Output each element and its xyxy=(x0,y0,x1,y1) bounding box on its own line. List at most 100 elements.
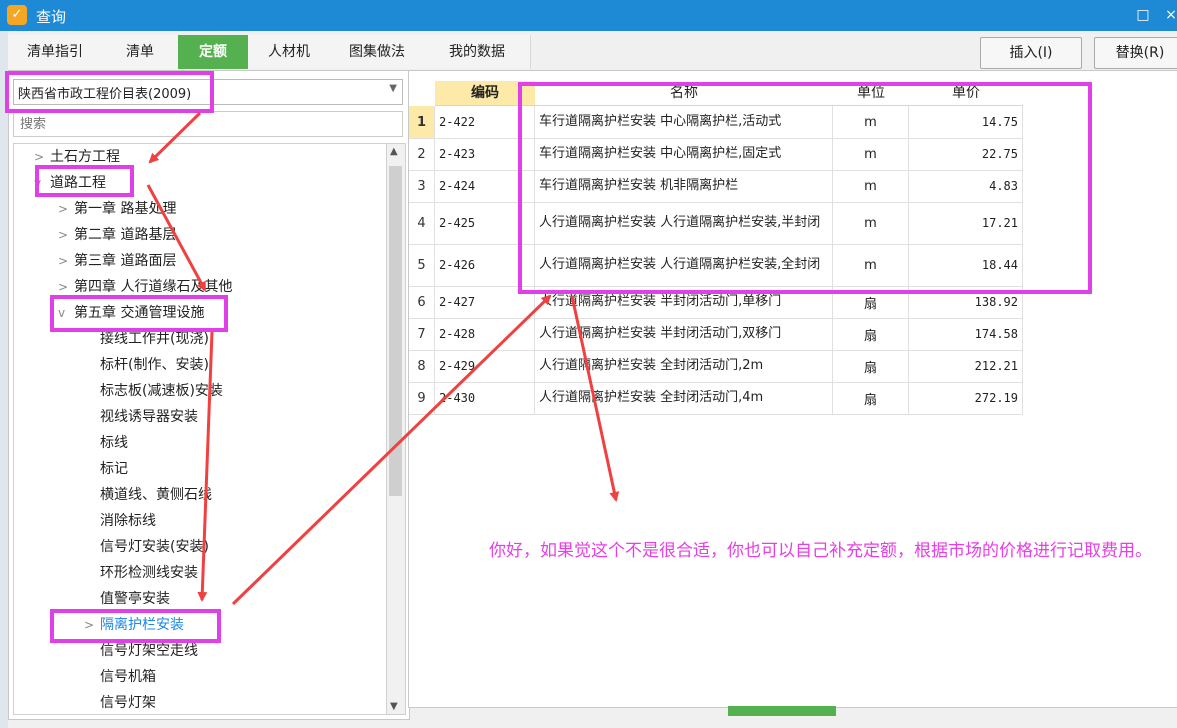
table-row[interactable]: 4 2-425 人行道隔离护栏安装 人行道隔离护栏安装,半封闭 m 17.21 xyxy=(409,202,1023,245)
quota-table: 编码 名称 单位 单价 1 2-422 车行道隔离护栏安装 中心隔离护栏,活动式 m 1… xyxy=(408,70,1177,708)
tree-node[interactable]: 标线 xyxy=(84,430,128,456)
window-title: 查询 xyxy=(36,8,67,26)
chevron-right-icon[interactable]: > xyxy=(58,248,74,274)
chevron-down-icon[interactable]: v xyxy=(58,300,74,326)
tree-node-label: 标线 xyxy=(100,435,128,451)
tree-node-label: 信号灯架 xyxy=(100,695,156,711)
tree-node[interactable]: 环形检测线安装 xyxy=(84,560,198,586)
chevron-down-icon[interactable]: v xyxy=(34,170,50,196)
tree-node[interactable]: > 第三章 道路面层 xyxy=(58,248,176,274)
replace-button[interactable]: 替换(R) xyxy=(1094,37,1177,69)
table-row[interactable]: 1 2-422 车行道隔离护栏安装 中心隔离护栏,活动式 m 14.75 xyxy=(409,106,1023,139)
tree-node[interactable]: 视线诱导器安装 xyxy=(84,404,198,430)
code-cell: 2-422 xyxy=(435,106,535,138)
name-cell: 车行道隔离护栏安装 机非隔离护栏 xyxy=(535,170,833,202)
row-number: 9 xyxy=(409,382,435,414)
tree-node[interactable]: 值警亭安装 xyxy=(84,586,170,612)
panel-expand-handle[interactable] xyxy=(728,706,836,716)
category-tree[interactable]: > 土石方工程 v 道路工程 > 第一章 路基处理 > 第二章 道路基层 > 第三章 道路面层 > 第… xyxy=(13,143,387,715)
chevron-right-icon[interactable]: > xyxy=(84,612,100,638)
column-header-code[interactable]: 编码 xyxy=(435,81,535,106)
tree-node[interactable]: 标杆(制作、安装) xyxy=(84,352,209,378)
chevron-right-icon[interactable]: > xyxy=(58,274,74,300)
tree-node[interactable]: > 第一章 路基处理 xyxy=(58,196,176,222)
tree-node-label: 土石方工程 xyxy=(50,149,120,165)
table-row[interactable]: 9 2-430 人行道隔离护栏安装 全封闭活动门,4m 扇 272.19 xyxy=(409,382,1023,415)
chevron-right-icon[interactable]: > xyxy=(34,144,50,170)
tab-list-guide[interactable]: 清单指引 xyxy=(8,35,103,69)
column-header-price[interactable]: 单价 xyxy=(909,81,1023,106)
table-row[interactable]: 6 2-427 人行道隔离护栏安装 半封闭活动门,单移门扇 138.92 xyxy=(409,286,1023,319)
row-number: 6 xyxy=(409,286,435,318)
tree-node[interactable]: 标记 xyxy=(84,456,128,482)
tree-node-label: 道路工程 xyxy=(50,175,106,191)
price-cell: 14.75 xyxy=(909,106,1023,138)
scrollbar-thumb[interactable] xyxy=(389,166,402,496)
tree-node[interactable]: > 第二章 道路基层 xyxy=(58,222,176,248)
price-cell: 174.58 xyxy=(909,318,1023,350)
tree-node[interactable]: 接线工作井(现浇) xyxy=(84,326,209,352)
table-row[interactable]: 8 2-429 人行道隔离护栏安装 全封闭活动门,2m 扇 212.21 xyxy=(409,350,1023,383)
close-icon[interactable]: × xyxy=(1160,4,1177,26)
name-cell: 人行道隔离护栏安装 半封闭活动门,单移门 xyxy=(535,286,833,318)
tree-node[interactable]: 信号灯安装(安装) xyxy=(84,534,209,560)
insert-button[interactable]: 插入(I) xyxy=(980,37,1082,69)
tree-node[interactable]: > 隔离护栏安装 xyxy=(84,612,184,638)
unit-cell: m xyxy=(833,106,909,138)
unit-cell: m xyxy=(833,170,909,202)
code-cell: 2-427 xyxy=(435,286,535,318)
library-select[interactable]: 陕西省市政工程价目表(2009) ▼ xyxy=(13,79,403,105)
tab-list[interactable]: 清单 xyxy=(102,35,179,69)
library-select-value: 陕西省市政工程价目表(2009) xyxy=(18,87,192,102)
tree-scrollbar[interactable]: ▲ ▼ xyxy=(386,143,406,715)
table-row[interactable]: 2 2-423 车行道隔离护栏安装 中心隔离护栏,固定式 m 22.75 xyxy=(409,138,1023,171)
tree-node[interactable]: v 道路工程 xyxy=(34,170,106,196)
tree-node[interactable]: 信号机箱 xyxy=(84,664,156,690)
search-box[interactable] xyxy=(13,111,403,137)
chevron-right-icon[interactable]: > xyxy=(58,222,74,248)
scroll-up-icon[interactable]: ▲ xyxy=(390,146,398,157)
tree-node[interactable]: 横道线、黄侧石线 xyxy=(84,482,212,508)
tab-quota[interactable]: 定额 xyxy=(178,35,249,69)
name-cell: 人行道隔离护栏安装 人行道隔离护栏安装,半封闭 xyxy=(535,202,833,244)
name-cell: 人行道隔离护栏安装 全封闭活动门,4m xyxy=(535,382,833,414)
tree-node-label: 标记 xyxy=(100,461,128,477)
scroll-down-icon[interactable]: ▼ xyxy=(390,701,398,712)
table-row[interactable]: 5 2-426 人行道隔离护栏安装 人行道隔离护栏安装,全封闭 m 18.44 xyxy=(409,244,1023,287)
tree-node[interactable]: 标志板(减速板)安装 xyxy=(84,378,223,404)
tree-node[interactable]: 信号灯架空走线 xyxy=(84,638,198,664)
tree-node[interactable]: 信号灯架 xyxy=(84,690,156,714)
code-cell: 2-423 xyxy=(435,138,535,170)
library-panel: 陕西省市政工程价目表(2009) ▼ >土石方工程v道路工程>第一章 路基处理>… xyxy=(8,70,410,720)
tab-my-data[interactable]: 我的数据 xyxy=(424,35,531,69)
tree-node[interactable]: 消除标线 xyxy=(84,508,156,534)
chevron-right-icon[interactable]: > xyxy=(58,196,74,222)
unit-cell: 扇 xyxy=(833,286,909,318)
code-cell: 2-428 xyxy=(435,318,535,350)
row-number: 8 xyxy=(409,350,435,382)
table-row[interactable]: 3 2-424 车行道隔离护栏安装 机非隔离护栏 m 4.83 xyxy=(409,170,1023,203)
tree-node-label: 接线工作井(现浇) xyxy=(100,331,209,347)
column-header-name[interactable]: 名称 xyxy=(535,81,833,106)
tree-node[interactable]: > 第四章 人行道缘石及其他 xyxy=(58,274,232,300)
app-logo-icon: ✓ xyxy=(7,5,27,25)
price-cell: 272.19 xyxy=(909,382,1023,414)
tree-node[interactable]: v 第五章 交通管理设施 xyxy=(58,300,204,326)
tree-node-label: 标杆(制作、安装) xyxy=(100,357,209,373)
name-cell: 人行道隔离护栏安装 半封闭活动门,双移门 xyxy=(535,318,833,350)
column-header-unit[interactable]: 单位 xyxy=(833,81,909,106)
table-row[interactable]: 7 2-428 人行道隔离护栏安装 半封闭活动门,双移门扇 174.58 xyxy=(409,318,1023,351)
search-input[interactable] xyxy=(18,112,402,136)
tab-atlas[interactable]: 图集做法 xyxy=(330,35,425,69)
unit-cell: m xyxy=(833,244,909,286)
tab-labor-material[interactable]: 人材机 xyxy=(248,35,331,69)
code-cell: 2-424 xyxy=(435,170,535,202)
tree-node-label: 值警亭安装 xyxy=(100,591,170,607)
tree-node[interactable]: > 土石方工程 xyxy=(34,144,120,170)
maximize-icon[interactable]: □ xyxy=(1132,4,1154,26)
title-bar: ✓ 查询 □ × xyxy=(0,0,1177,31)
price-cell: 17.21 xyxy=(909,202,1023,244)
unit-cell: 扇 xyxy=(833,318,909,350)
code-cell: 2-430 xyxy=(435,382,535,414)
unit-cell: m xyxy=(833,138,909,170)
